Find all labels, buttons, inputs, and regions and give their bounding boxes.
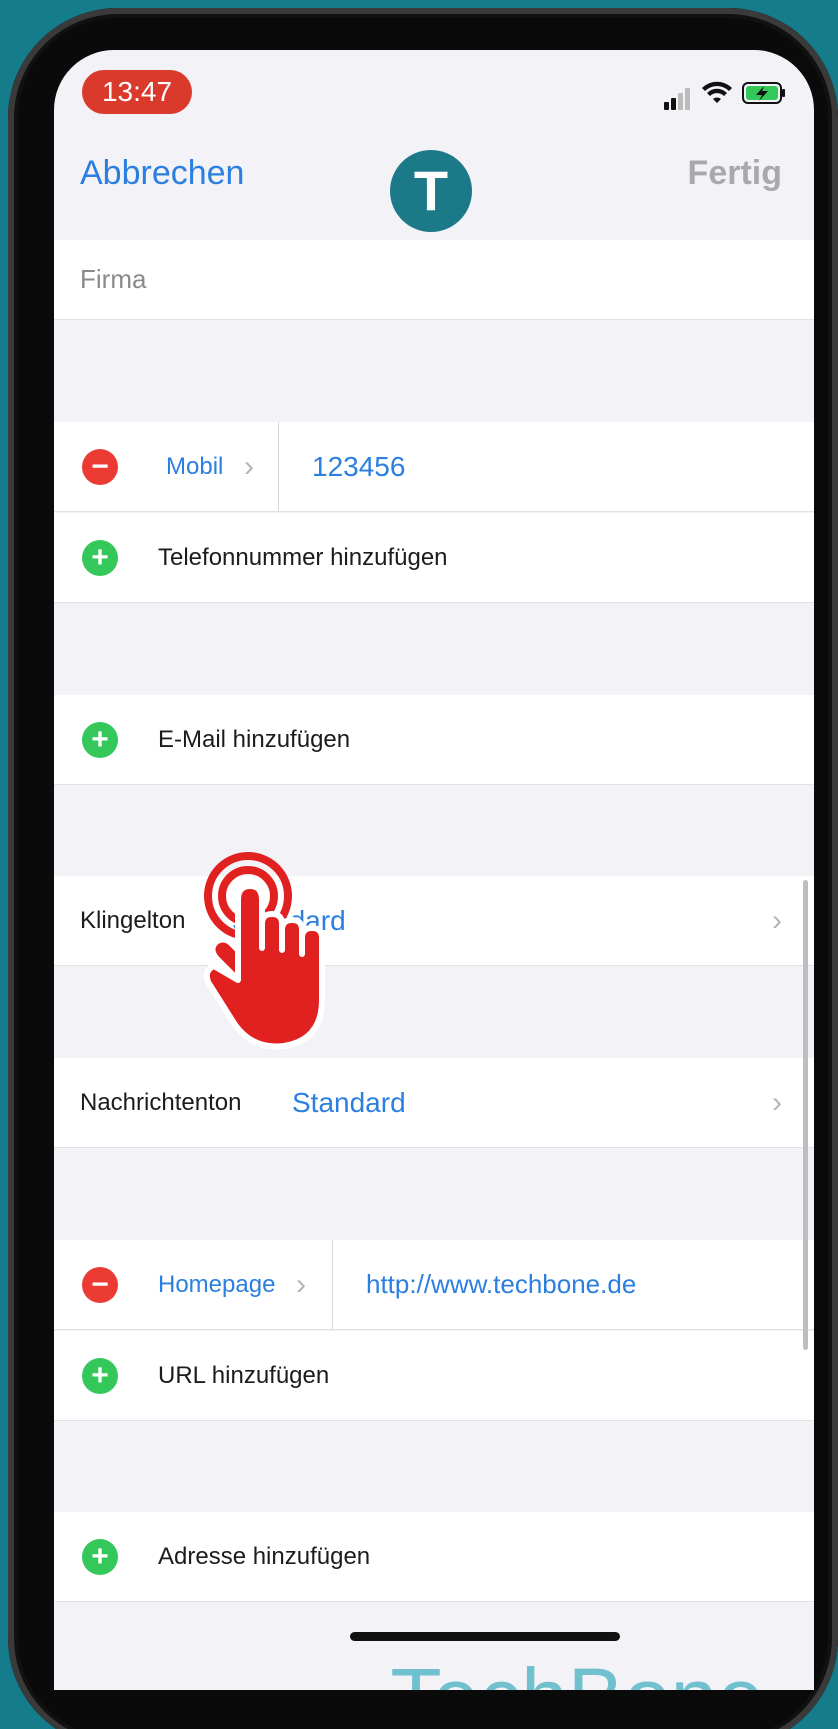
add-url-row[interactable]: + URL hinzufügen xyxy=(54,1331,814,1421)
scroll-indicator[interactable] xyxy=(803,880,808,1350)
add-url-label: URL hinzufügen xyxy=(158,1361,330,1389)
status-time: 13:47 xyxy=(82,70,192,114)
cancel-button[interactable]: Abbrechen xyxy=(80,154,244,193)
add-icon[interactable]: + xyxy=(82,722,118,758)
chevron-right-icon: › xyxy=(244,449,254,483)
chevron-right-icon: › xyxy=(772,1085,782,1119)
add-phone-row[interactable]: + Telefonnummer hinzufügen xyxy=(54,513,814,603)
remove-url-icon[interactable]: − xyxy=(82,1267,118,1303)
url-label[interactable]: Homepage xyxy=(158,1271,275,1299)
add-icon[interactable]: + xyxy=(82,1358,118,1394)
add-email-label: E-Mail hinzufügen xyxy=(158,725,351,753)
company-field[interactable]: Firma xyxy=(54,240,814,320)
add-address-row[interactable]: + Adresse hinzufügen xyxy=(54,1512,814,1602)
ringtone-label: Klingelton xyxy=(80,906,186,934)
wifi-icon xyxy=(702,81,732,110)
status-icons xyxy=(664,81,786,110)
chevron-right-icon: › xyxy=(296,1267,306,1301)
add-icon[interactable]: + xyxy=(82,1539,118,1575)
chevron-right-icon: › xyxy=(772,903,782,937)
done-button[interactable]: Fertig xyxy=(688,154,782,193)
url-input[interactable]: http://www.techbone.de xyxy=(366,1269,636,1300)
message-tone-row[interactable]: Nachrichtenton Standard › xyxy=(54,1058,814,1148)
message-tone-value: Standard xyxy=(292,1086,406,1118)
add-address-label: Adresse hinzufügen xyxy=(158,1542,371,1570)
divider xyxy=(278,422,279,512)
divider xyxy=(332,1240,333,1330)
phone-row[interactable]: − Mobil › 123456 xyxy=(54,422,814,512)
watermark: TechBone xyxy=(390,1650,764,1690)
add-icon[interactable]: + xyxy=(82,540,118,576)
home-indicator[interactable] xyxy=(350,1632,620,1641)
phone-label[interactable]: Mobil xyxy=(166,453,223,481)
remove-phone-icon[interactable]: − xyxy=(82,449,118,485)
add-phone-label: Telefonnummer hinzufügen xyxy=(158,543,448,571)
tap-hand-icon xyxy=(203,850,354,1055)
phone-input[interactable]: 123456 xyxy=(312,451,405,483)
contact-avatar[interactable]: T xyxy=(390,150,472,232)
message-tone-label: Nachrichtenton xyxy=(80,1088,242,1116)
url-row[interactable]: − Homepage › http://www.techbone.de xyxy=(54,1240,814,1330)
contact-edit-screen: 13:47 Abbrechen T Fertig Firma − Mobil ›… xyxy=(54,50,814,1690)
add-email-row[interactable]: + E-Mail hinzufügen xyxy=(54,695,814,785)
company-placeholder: Firma xyxy=(80,264,147,294)
ringtone-row[interactable]: Klingelton Standard › xyxy=(54,876,814,966)
signal-icon xyxy=(664,88,692,110)
battery-charging-icon xyxy=(742,81,786,110)
